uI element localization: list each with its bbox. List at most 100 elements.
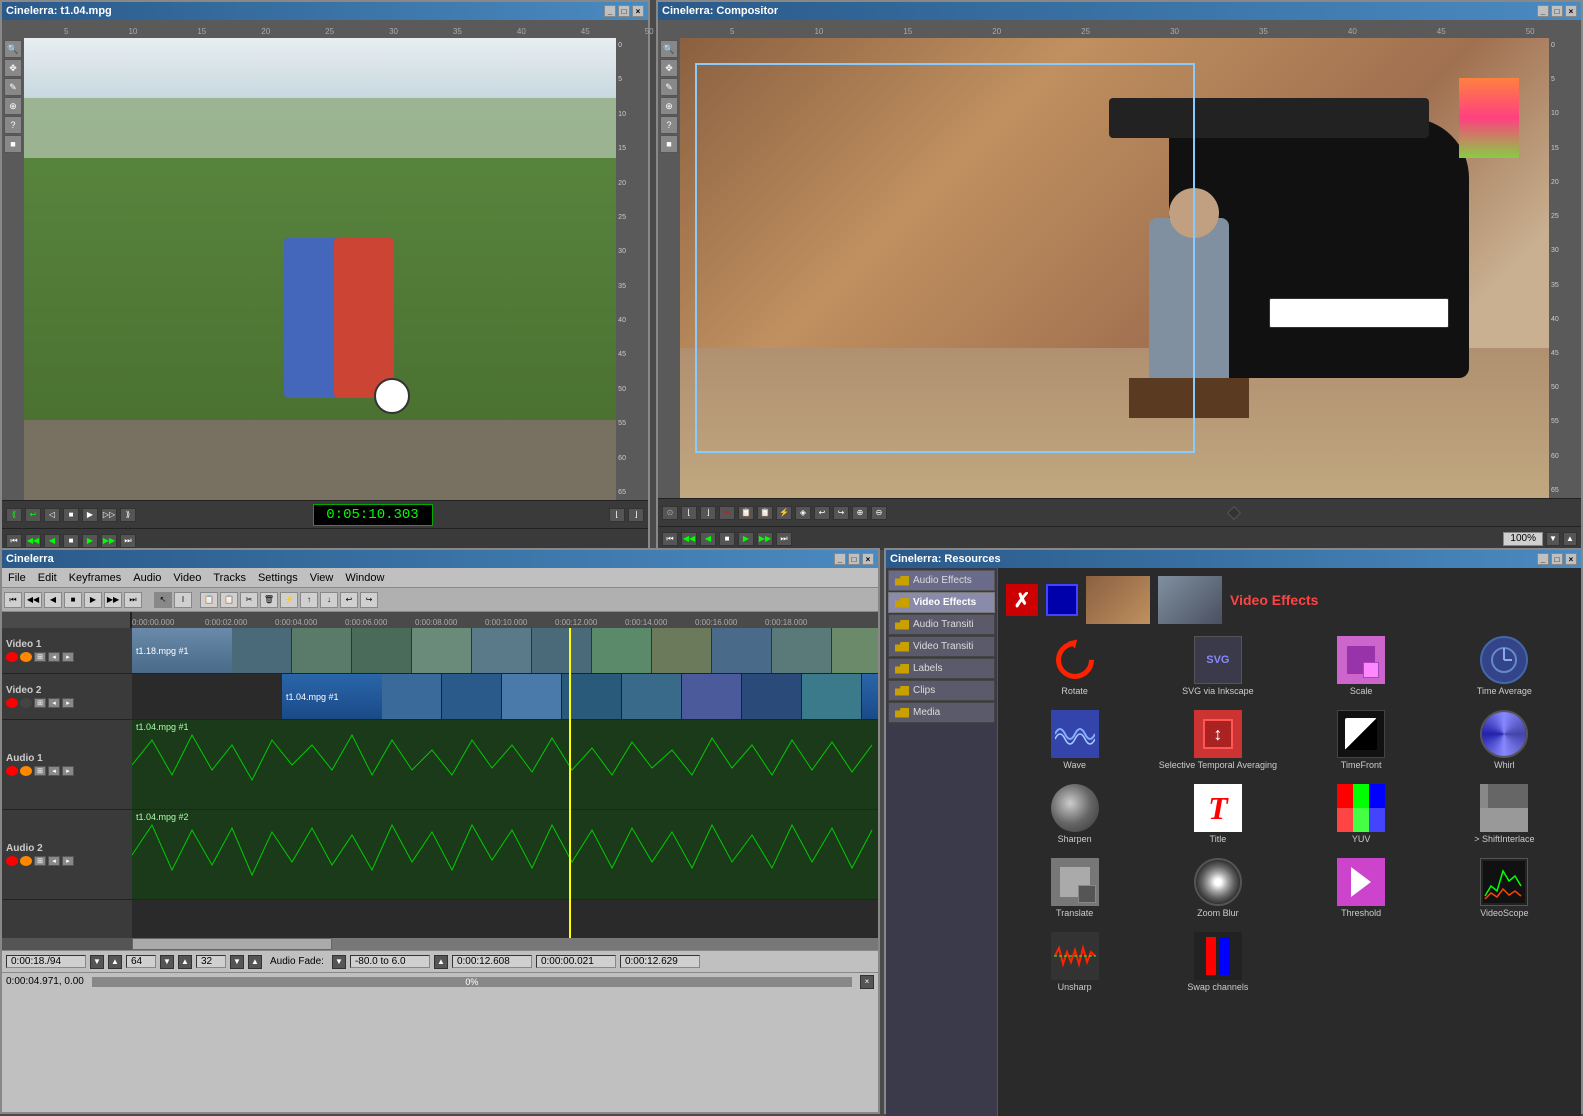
comp-btn-7[interactable]: ⚡ — [776, 506, 792, 520]
video2-mute-btn[interactable] — [20, 698, 32, 708]
timeline-close-x[interactable]: × — [860, 975, 874, 989]
comp-p2-3[interactable]: ◀ — [700, 532, 716, 546]
effect-yuv-item[interactable]: YUV — [1293, 780, 1430, 848]
effect-title-item[interactable]: T Title — [1149, 780, 1286, 848]
zoom1-up[interactable]: ▲ — [178, 955, 192, 969]
audio1-expand-btn[interactable]: ⊞ — [34, 766, 46, 776]
source-btn-fast-fwd[interactable]: ▷▷ — [101, 508, 117, 522]
video1-arrow-btn[interactable]: ▸ — [62, 652, 74, 662]
comp-p2-5[interactable]: ▶ — [738, 532, 754, 546]
effect-scale-item[interactable]: Scale — [1293, 632, 1430, 700]
comp-btn-9[interactable]: ↩ — [814, 506, 830, 520]
duration-up[interactable]: ▲ — [108, 955, 122, 969]
tb-redo[interactable]: ↪ — [360, 592, 378, 608]
tb-undo[interactable]: ↩ — [340, 592, 358, 608]
zoom1-down[interactable]: ▼ — [160, 955, 174, 969]
tb-overwrite[interactable]: ↓ — [320, 592, 338, 608]
video2-arrow-btn[interactable]: ▸ — [62, 698, 74, 708]
source-btn-play[interactable]: ▶ — [82, 508, 98, 522]
source-btn-prev[interactable]: ↩ — [25, 508, 41, 522]
effect-threshold-item[interactable]: Threshold — [1293, 854, 1430, 922]
tb-back[interactable]: ◀ — [44, 592, 62, 608]
source-btn-mark-in[interactable]: ⌊ — [609, 508, 625, 522]
comp-btn-10[interactable]: ↪ — [833, 506, 849, 520]
effect-svg-item[interactable]: SVG SVG via Inkscape — [1149, 632, 1286, 700]
video1-track-content[interactable]: t1.18.mpg #1 — [132, 628, 878, 674]
src-p2-5[interactable]: ▶ — [82, 534, 98, 548]
comp-btn-12[interactable]: ⊖ — [871, 506, 887, 520]
zoom2-down[interactable]: ▼ — [230, 955, 244, 969]
comp-p2-2[interactable]: ◀◀ — [681, 532, 697, 546]
src-p2-3[interactable]: ◀ — [44, 534, 60, 548]
audio2-record-btn[interactable] — [6, 856, 18, 866]
tb-cut[interactable]: ✂ — [240, 592, 258, 608]
res-hdr-redx-item[interactable]: ✗ — [1006, 584, 1038, 616]
comp-btn-3[interactable]: ⌋ — [700, 506, 716, 520]
tb-delete[interactable]: 🗑 — [260, 592, 278, 608]
audio1-arrow-btn[interactable]: ▸ — [62, 766, 74, 776]
tool-select[interactable]: ⊕ — [4, 97, 22, 115]
fade-up[interactable]: ▲ — [434, 955, 448, 969]
effect-rotate-item[interactable]: Rotate — [1006, 632, 1143, 700]
comp-btn-11[interactable]: ⊕ — [852, 506, 868, 520]
hscroll-thumb[interactable] — [132, 938, 332, 950]
res-hdr-preview2-item[interactable] — [1158, 576, 1222, 624]
timeline-minimize-btn[interactable]: _ — [834, 553, 846, 565]
audio1-vol-btn[interactable]: ◂ — [48, 766, 60, 776]
effect-shiftint-item[interactable]: > ShiftInterlace — [1436, 780, 1573, 848]
comp-btn-5[interactable]: 📋 — [738, 506, 754, 520]
menu-tracks[interactable]: Tracks — [207, 571, 252, 585]
tb-ibeam-tool[interactable]: I — [174, 592, 192, 608]
comp-zoom-up[interactable]: ▲ — [1563, 532, 1577, 546]
compositor-maximize-btn[interactable]: □ — [1551, 5, 1563, 17]
video2-record-btn[interactable] — [6, 698, 18, 708]
effect-timeavg-item[interactable]: Time Average — [1436, 632, 1573, 700]
tb-lift[interactable]: ↑ — [300, 592, 318, 608]
tb-rewind[interactable]: ⏮ — [4, 592, 22, 608]
category-audio-effects[interactable]: Audio Effects — [888, 570, 995, 591]
menu-file[interactable]: File — [2, 571, 32, 585]
comp-p2-1[interactable]: ⏮ — [662, 532, 678, 546]
tb-blade[interactable]: ⚡ — [280, 592, 298, 608]
comp-p2-6[interactable]: ▶▶ — [757, 532, 773, 546]
video1-record-btn[interactable] — [6, 652, 18, 662]
src-p2-1[interactable]: ⏮ — [6, 534, 22, 548]
video2-expand-btn[interactable]: ⊞ — [34, 698, 46, 708]
category-labels[interactable]: Labels — [888, 658, 995, 679]
video2-vol-btn[interactable]: ◂ — [48, 698, 60, 708]
tb-end[interactable]: ⏭ — [124, 592, 142, 608]
tool-extra[interactable]: ■ — [4, 135, 22, 153]
comp-tool-select[interactable]: ⊕ — [660, 97, 678, 115]
comp-tool-q[interactable]: ? — [660, 116, 678, 134]
comp-zoom-down[interactable]: ▼ — [1546, 532, 1560, 546]
effect-sharpen-item[interactable]: Sharpen — [1006, 780, 1143, 848]
source-maximize-btn[interactable]: □ — [618, 5, 630, 17]
effect-zoomblur-item[interactable]: Zoom Blur — [1149, 854, 1286, 922]
effect-videoscope-item[interactable]: VideoScope — [1436, 854, 1573, 922]
zoom2-up[interactable]: ▲ — [248, 955, 262, 969]
menu-view[interactable]: View — [304, 571, 340, 585]
video1-expand-btn[interactable]: ⊞ — [34, 652, 46, 662]
category-video-effects[interactable]: Video Effects — [888, 592, 995, 613]
source-btn-end[interactable]: ⟫ — [120, 508, 136, 522]
category-video-trans[interactable]: Video Transiti — [888, 636, 995, 657]
menu-audio[interactable]: Audio — [127, 571, 167, 585]
category-clips[interactable]: Clips — [888, 680, 995, 701]
comp-btn-1[interactable]: ⊙ — [662, 506, 678, 520]
compositor-close-btn[interactable]: × — [1565, 5, 1577, 17]
comp-tool-edit[interactable]: ✎ — [660, 78, 678, 96]
audio2-vol-btn[interactable]: ◂ — [48, 856, 60, 866]
timeline-hscroll[interactable] — [2, 938, 878, 950]
video1-vol-btn[interactable]: ◂ — [48, 652, 60, 662]
audio2-expand-btn[interactable]: ⊞ — [34, 856, 46, 866]
effect-whirl-item[interactable]: Whirl — [1436, 706, 1573, 774]
tb-arrow-tool[interactable]: ↖ — [154, 592, 172, 608]
src-p2-6[interactable]: ▶▶ — [101, 534, 117, 548]
audio2-arrow-btn[interactable]: ▸ — [62, 856, 74, 866]
source-btn-stop[interactable]: ■ — [63, 508, 79, 522]
source-btn-frame-back[interactable]: ◁ — [44, 508, 60, 522]
comp-p2-7[interactable]: ⏭ — [776, 532, 792, 546]
menu-window[interactable]: Window — [339, 571, 390, 585]
video1-clip[interactable]: t1.18.mpg #1 — [132, 628, 878, 673]
timeline-close-btn[interactable]: × — [862, 553, 874, 565]
